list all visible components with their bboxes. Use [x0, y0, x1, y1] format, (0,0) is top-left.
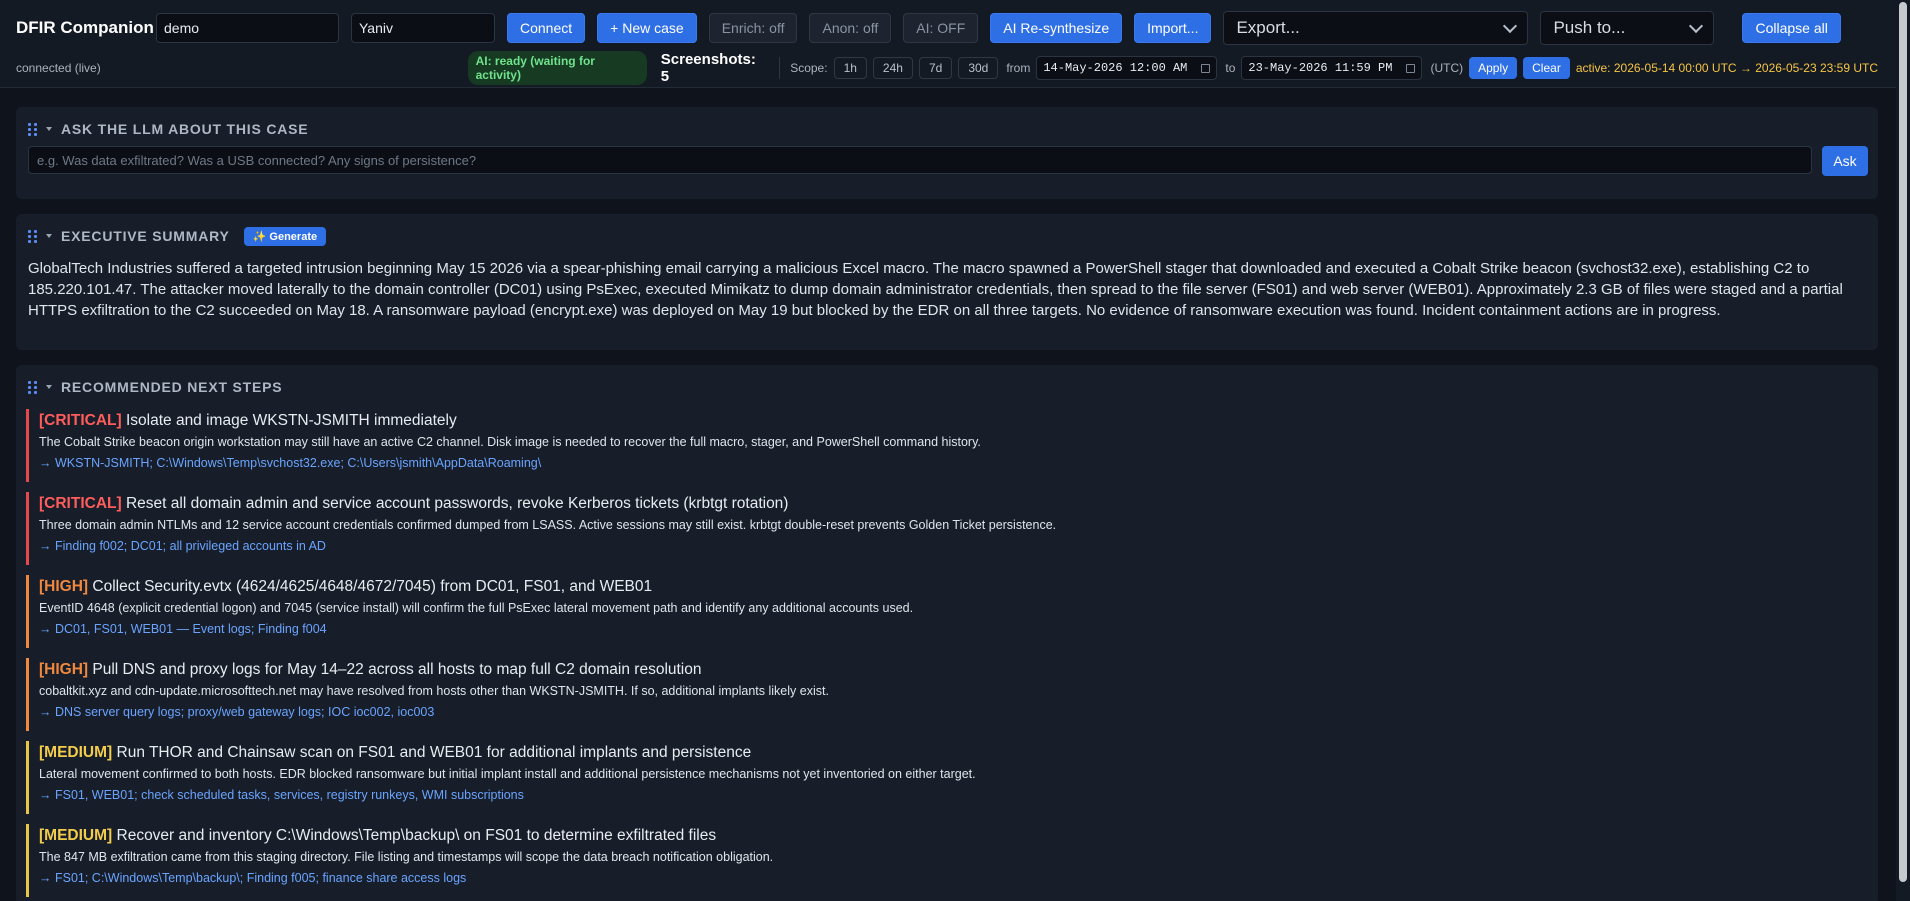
step-description: The Cobalt Strike beacon origin workstat…: [39, 435, 981, 449]
step-description: Three domain admin NTLMs and 12 service …: [39, 518, 1057, 532]
next-steps-title: RECOMMENDED NEXT STEPS: [61, 379, 283, 395]
step-reference-link[interactable]: → WKSTN-JSMITH; C:\Windows\Temp\svchost3…: [39, 455, 1866, 471]
active-range-text: active: 2026-05-14 00:00 UTC → 2026-05-2…: [1575, 61, 1878, 75]
ask-llm-panel: ASK THE LLM ABOUT THIS CASE Ask: [16, 107, 1878, 199]
step-title: Pull DNS and proxy logs for May 14–22 ac…: [92, 661, 702, 678]
executive-summary-header[interactable]: EXECUTIVE SUMMARY ✨ Generate: [28, 226, 1866, 246]
ai-status-badge: AI: ready (waiting for activity): [467, 51, 647, 85]
next-step-item: [MEDIUM] Recover and inventory C:\Window…: [26, 824, 1866, 897]
next-steps-panel: RECOMMENDED NEXT STEPS [CRITICAL] Isolat…: [16, 365, 1878, 901]
step-title: Run THOR and Chainsaw scan on FS01 and W…: [116, 744, 752, 761]
step-title: Reset all domain admin and service accou…: [125, 495, 789, 512]
case-input[interactable]: [156, 13, 339, 43]
caret-down-icon[interactable]: [46, 127, 52, 131]
step-reference-link[interactable]: → FS01; C:\Windows\Temp\backup\; Finding…: [39, 870, 1866, 886]
clear-button[interactable]: Clear: [1523, 57, 1570, 79]
page-scrollbar[interactable]: [1896, 0, 1910, 901]
to-label: to: [1225, 61, 1236, 75]
apply-button[interactable]: Apply: [1469, 57, 1518, 79]
generate-summary-button[interactable]: ✨ Generate: [243, 226, 327, 246]
import-button[interactable]: Import...: [1134, 13, 1212, 43]
connect-button[interactable]: Connect: [507, 13, 586, 43]
executive-summary-title: EXECUTIVE SUMMARY: [61, 228, 230, 244]
calendar-icon[interactable]: [1201, 63, 1211, 73]
ask-llm-panel-header[interactable]: ASK THE LLM ABOUT THIS CASE: [28, 119, 1866, 139]
step-reference-link[interactable]: → Finding f002; DC01; all privileged acc…: [39, 538, 1866, 554]
ai-toggle-button[interactable]: AI: OFF: [903, 13, 979, 43]
toolbar-row: DFIR Companion Connect + New case Enrich…: [16, 11, 1878, 45]
scrollbar-thumb[interactable]: [1899, 2, 1907, 882]
scope-1h-button[interactable]: 1h: [833, 57, 867, 79]
ask-button[interactable]: Ask: [1822, 146, 1868, 176]
timezone-label: (UTC): [1430, 61, 1464, 75]
ask-llm-input[interactable]: [28, 146, 1812, 174]
to-datetime-value: 23-May-2026 11:59 PM: [1248, 61, 1393, 75]
step-description: cobaltkit.xyz and cdn-update.microsoftte…: [39, 684, 829, 698]
severity-tag: [CRITICAL]: [39, 495, 122, 512]
new-case-button[interactable]: + New case: [597, 13, 697, 43]
divider: [779, 57, 781, 79]
next-step-item: [CRITICAL] Isolate and image WKSTN-JSMIT…: [26, 409, 1866, 482]
step-description: Lateral movement confirmed to both hosts…: [39, 767, 976, 781]
anon-toggle-button[interactable]: Anon: off: [809, 13, 892, 43]
chevron-down-icon: [1503, 18, 1518, 33]
severity-tag: [MEDIUM]: [39, 744, 113, 761]
next-steps-header[interactable]: RECOMMENDED NEXT STEPS: [28, 377, 1866, 397]
collapse-all-button[interactable]: Collapse all: [1742, 13, 1841, 43]
severity-tag: [CRITICAL]: [39, 412, 122, 429]
step-title: Collect Security.evtx (4624/4625/4648/46…: [92, 578, 653, 595]
export-select-value: Export...: [1236, 18, 1300, 37]
step-reference-link[interactable]: → DC01, FS01, WEB01 — Event logs; Findin…: [39, 621, 1866, 637]
step-description: The 847 MB exfiltration came from this s…: [39, 850, 774, 864]
drag-handle-icon[interactable]: [28, 123, 38, 136]
chevron-down-icon: [1689, 18, 1704, 33]
drag-handle-icon[interactable]: [28, 230, 38, 243]
next-step-item: [CRITICAL] Reset all domain admin and se…: [26, 492, 1866, 565]
app-title: DFIR Companion: [16, 18, 154, 37]
step-title: Recover and inventory C:\Windows\Temp\ba…: [116, 827, 717, 844]
step-description: EventID 4648 (explicit credential logon)…: [39, 601, 914, 615]
step-reference-link[interactable]: → DNS server query logs; proxy/web gatew…: [39, 704, 1866, 720]
next-step-item: [HIGH] Pull DNS and proxy logs for May 1…: [26, 658, 1866, 731]
next-step-item: [MEDIUM] Run THOR and Chainsaw scan on F…: [26, 741, 1866, 814]
status-row: connected (live) AI: ready (waiting for …: [16, 51, 1878, 85]
user-input[interactable]: [351, 13, 495, 43]
calendar-icon[interactable]: [1406, 63, 1416, 73]
severity-tag: [HIGH]: [39, 578, 89, 595]
push-to-select[interactable]: Push to...: [1540, 11, 1715, 45]
scope-label: Scope:: [790, 61, 828, 75]
from-label: from: [1006, 61, 1031, 75]
enrich-toggle-button[interactable]: Enrich: off: [708, 13, 798, 43]
top-bar: DFIR Companion Connect + New case Enrich…: [0, 0, 1910, 88]
ai-resynthesize-button[interactable]: AI Re-synthesize: [990, 13, 1123, 43]
next-step-item: [HIGH] Collect Security.evtx (4624/4625/…: [26, 575, 1866, 648]
scope-24h-button[interactable]: 24h: [872, 57, 913, 79]
executive-summary-text: GlobalTech Industries suffered a targete…: [28, 260, 1843, 319]
push-to-select-value: Push to...: [1553, 18, 1626, 37]
severity-tag: [HIGH]: [39, 661, 89, 678]
step-title: Isolate and image WKSTN-JSMITH immediate…: [125, 412, 457, 429]
caret-down-icon[interactable]: [46, 234, 52, 238]
from-datetime-input[interactable]: 14-May-2026 12:00 AM: [1036, 56, 1218, 80]
step-reference-link[interactable]: → FS01, WEB01; check scheduled tasks, se…: [39, 787, 1866, 803]
export-select[interactable]: Export...: [1223, 11, 1529, 45]
drag-handle-icon[interactable]: [28, 381, 38, 394]
severity-tag: [MEDIUM]: [39, 827, 113, 844]
screenshots-count: Screenshots: 5: [660, 51, 756, 85]
caret-down-icon[interactable]: [46, 385, 52, 389]
ask-llm-panel-title: ASK THE LLM ABOUT THIS CASE: [61, 121, 309, 137]
connection-status: connected (live): [16, 61, 101, 75]
scope-7d-button[interactable]: 7d: [918, 57, 953, 79]
to-datetime-input[interactable]: 23-May-2026 11:59 PM: [1241, 56, 1423, 80]
scope-30d-button[interactable]: 30d: [958, 57, 999, 79]
executive-summary-panel: EXECUTIVE SUMMARY ✨ Generate GlobalTech …: [16, 214, 1878, 350]
from-datetime-value: 14-May-2026 12:00 AM: [1043, 61, 1188, 75]
